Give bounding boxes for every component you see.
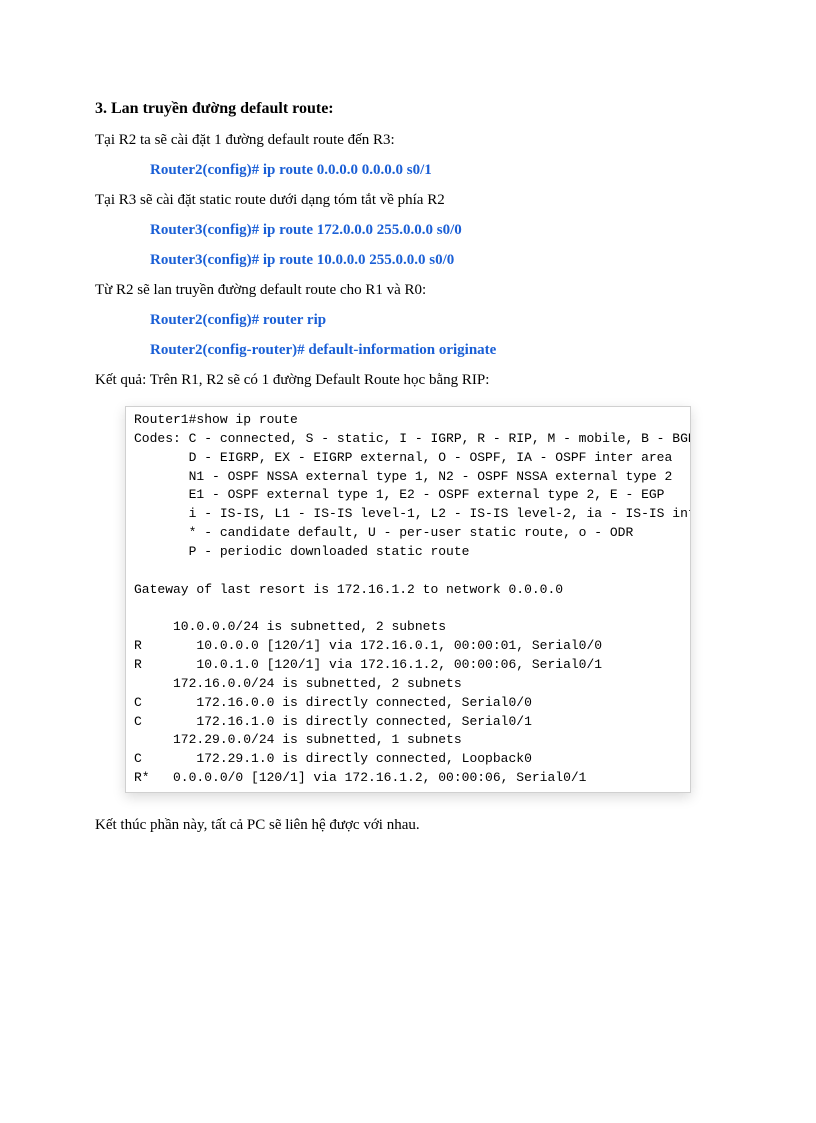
paragraph-3: Từ R2 sẽ lan truyền đường default route … (95, 278, 721, 302)
command-1: Router2(config)# ip route 0.0.0.0 0.0.0.… (150, 158, 721, 182)
section-heading: 3. Lan truyền đường default route: (95, 100, 721, 118)
paragraph-2: Tại R3 sẽ cài đặt static route dưới dạng… (95, 188, 721, 212)
paragraph-1: Tại R2 ta sẽ cài đặt 1 đường default rou… (95, 128, 721, 152)
command-4: Router2(config)# router rip (150, 308, 721, 332)
command-5: Router2(config-router)# default-informat… (150, 338, 721, 362)
command-3: Router3(config)# ip route 10.0.0.0 255.0… (150, 248, 721, 272)
paragraph-4: Kết quả: Trên R1, R2 sẽ có 1 đường Defau… (95, 368, 721, 392)
terminal-output: Router1#show ip route Codes: C - connect… (125, 406, 691, 793)
paragraph-5: Kết thúc phần này, tất cả PC sẽ liên hệ … (95, 813, 721, 837)
command-2: Router3(config)# ip route 172.0.0.0 255.… (150, 218, 721, 242)
